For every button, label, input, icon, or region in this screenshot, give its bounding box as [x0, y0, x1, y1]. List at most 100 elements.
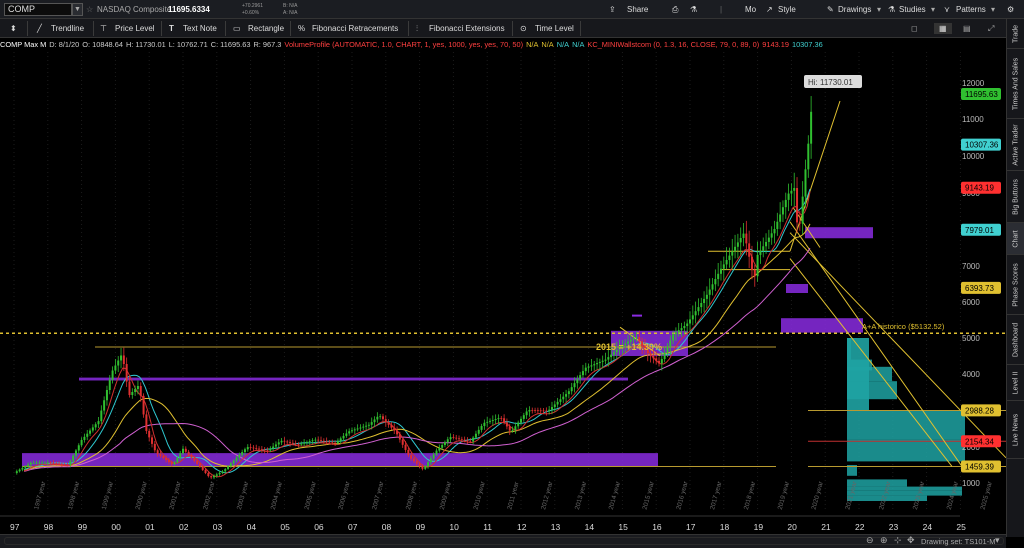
candle-body: [322, 440, 325, 442]
share-icon[interactable]: ⇪: [609, 4, 616, 15]
patterns-icon[interactable]: ⋎: [944, 4, 950, 15]
candle-body: [652, 355, 655, 359]
studies-button[interactable]: Studies: [899, 4, 926, 15]
patterns-dropdown-icon[interactable]: ▾: [991, 4, 995, 15]
candle-body: [559, 399, 562, 402]
candle-body: [86, 433, 89, 437]
tool-fibonacci-extensions[interactable]: Fibonacci Extensions: [429, 23, 505, 34]
gear-icon[interactable]: ⚙: [1007, 4, 1014, 15]
rectangle-icon[interactable]: ▭: [233, 23, 241, 34]
candle-body: [503, 418, 506, 423]
tool-price-level[interactable]: Price Level: [115, 23, 155, 34]
year-label: 2000 year: [135, 480, 149, 511]
time-scrollbar[interactable]: [4, 537, 1004, 545]
tool-fibonacci-retracements[interactable]: Fibonacci Retracements: [312, 23, 398, 34]
symbol-input[interactable]: COMP: [4, 3, 72, 16]
time-tick-label: 22: [855, 522, 865, 532]
candle-body: [674, 332, 677, 335]
header-item: C: 11695.63: [210, 40, 251, 49]
tool-time-level[interactable]: Time Level: [535, 23, 574, 34]
sidebar-tab-dashboard[interactable]: Dashboard: [1007, 315, 1024, 365]
cursor-icon[interactable]: ⬍: [10, 23, 17, 34]
drawing-set-dropdown-icon[interactable]: ▾: [995, 535, 1000, 546]
grid-layout-icon[interactable]: ▦: [934, 23, 952, 34]
aggregation-period[interactable]: Mo: [745, 4, 756, 15]
time-level-icon[interactable]: ⊙: [520, 23, 527, 34]
volume-profile-bar: [847, 410, 965, 440]
candle-body: [711, 284, 714, 290]
flask-icon[interactable]: ⚗: [690, 4, 697, 15]
candle-body: [35, 462, 38, 464]
candle-body: [610, 354, 613, 358]
fibonacci-retracement-icon[interactable]: %: [298, 23, 305, 34]
expand-icon[interactable]: ⤢: [988, 23, 994, 34]
tool-text-note[interactable]: Text Note: [183, 23, 217, 34]
star-icon[interactable]: ☆: [86, 4, 93, 15]
sidebar-tab-big-buttons[interactable]: Big Buttons: [1007, 171, 1024, 223]
candle-body: [215, 474, 218, 476]
price-level-icon[interactable]: ⊤: [100, 23, 107, 34]
drawings-icon[interactable]: ✎: [827, 4, 834, 15]
candle-body: [41, 462, 44, 464]
candle-body: [297, 444, 300, 446]
candle-body: [787, 193, 790, 200]
year-label: 2020 year: [811, 480, 825, 511]
candle-body: [46, 462, 49, 464]
sidebar-tab-active-trader[interactable]: Active Trader: [1007, 119, 1024, 171]
candle-body: [539, 410, 542, 412]
candle-body: [328, 441, 331, 443]
drawing-toolbar: ⬍ ╱ Trendline ⊤ Price Level T Text Note …: [0, 19, 1024, 38]
year-label: 2019 year: [777, 480, 791, 511]
style-button[interactable]: Style: [778, 4, 796, 15]
candle-body: [438, 447, 441, 451]
candle-body: [587, 366, 590, 368]
patterns-button[interactable]: Patterns: [956, 4, 986, 15]
candle-body: [179, 453, 182, 458]
candle-body: [697, 307, 700, 312]
candle-body: [365, 425, 368, 427]
tool-trendline[interactable]: Trendline: [51, 23, 84, 34]
tool-rectangle[interactable]: Rectangle: [248, 23, 284, 34]
layout-options-icon[interactable]: ▤: [963, 23, 971, 34]
studies-icon[interactable]: ⚗: [888, 4, 895, 15]
sidebar-tab-live-news[interactable]: Live News: [1007, 401, 1024, 459]
top-toolbar: COMP ▼ ☆ NASDAQ Composite 11695.6334 +70…: [0, 0, 1024, 19]
candle-body: [72, 455, 75, 461]
symbol-dropdown-icon[interactable]: ▼: [72, 3, 83, 16]
year-label: 2003 year: [236, 480, 250, 511]
zoom-out-icon[interactable]: ⊖: [866, 535, 874, 546]
sidebar-tab-trade[interactable]: Trade: [1007, 19, 1024, 49]
sidebar-tab-level-ii[interactable]: Level II: [1007, 365, 1024, 401]
sidebar-tab-chart[interactable]: Chart: [1007, 223, 1024, 255]
candle-body: [731, 251, 734, 256]
text-note-icon[interactable]: T: [169, 23, 174, 34]
year-label: 1997 year: [33, 480, 47, 511]
style-icon[interactable]: ↗: [766, 4, 773, 15]
price-bubble-label: 11695.63: [965, 90, 998, 99]
candle-body: [49, 462, 52, 464]
fibonacci-extension-icon[interactable]: ⫶: [416, 23, 418, 34]
print-icon[interactable]: ⎙: [672, 4, 678, 15]
pan-icon[interactable]: ✥: [907, 535, 915, 546]
candle-body: [739, 237, 742, 243]
drawings-dropdown-icon[interactable]: ▾: [877, 4, 881, 15]
candle-body: [714, 279, 717, 285]
zoom-in-icon[interactable]: ⊕: [880, 535, 888, 546]
candle-body: [742, 233, 745, 238]
studies-dropdown-icon[interactable]: ▾: [931, 4, 935, 15]
trendline-icon[interactable]: ╱: [37, 23, 42, 34]
crosshair-icon[interactable]: ⊹: [894, 535, 902, 546]
sidebar-tab-phase-scores[interactable]: Phase Scores: [1007, 255, 1024, 315]
drawings-button[interactable]: Drawings: [838, 4, 871, 15]
candle-body: [291, 442, 294, 444]
share-button[interactable]: Share: [627, 4, 648, 15]
time-axis: 97 98 99 00 01 02 03 04 05 06 07 08 09 10 11 12 13 14 15 16…: [0, 480, 994, 532]
candle-body: [260, 449, 263, 450]
candle-body: [655, 358, 658, 361]
single-layout-icon[interactable]: ◻: [911, 23, 918, 34]
candle-body: [266, 450, 269, 451]
price-chart[interactable]: Hi: 11730.01A+A historico ($5132.52)2015…: [0, 52, 1006, 534]
candle-body: [103, 400, 106, 411]
sidebar-tab-times-and-sales[interactable]: Times And Sales: [1007, 49, 1024, 119]
candle-body: [97, 421, 100, 425]
